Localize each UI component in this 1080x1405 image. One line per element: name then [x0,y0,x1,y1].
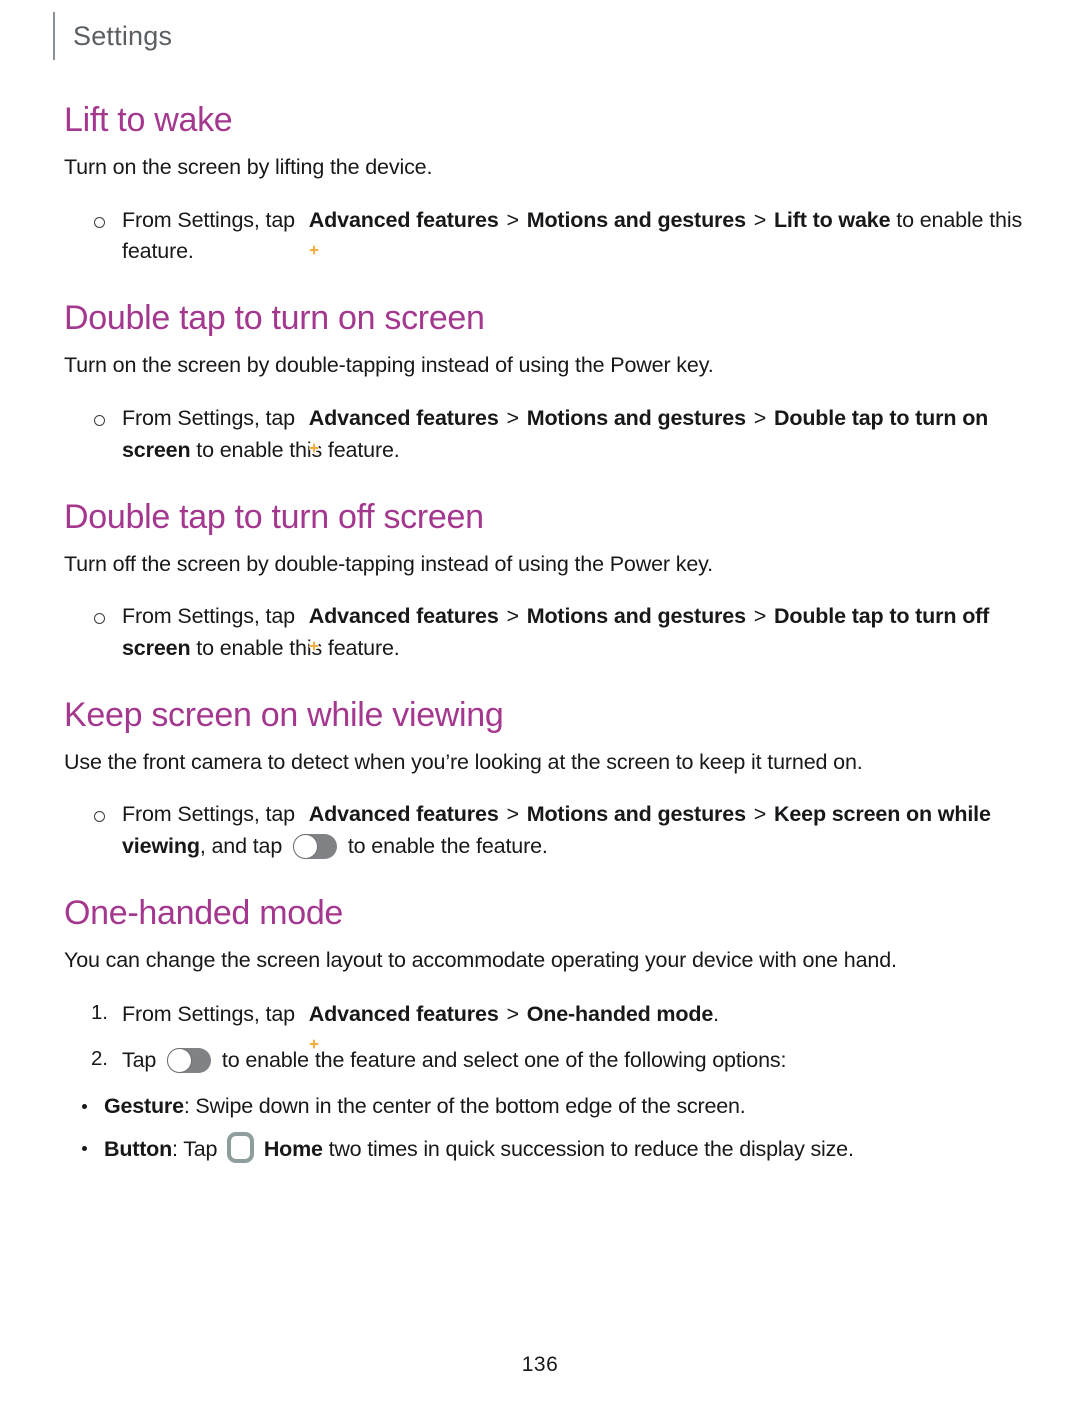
step-lead: From Settings, tap [122,802,295,827]
setting-path-2: Motions and gestures [526,604,746,629]
list-item: From Settings, tap Advanced features > M… [64,601,1030,665]
section-heading: Keep screen on while viewing [64,695,504,734]
step-tail: to enable the feature. [347,834,548,859]
path-chevron: > [506,405,519,430]
toggle-knob [167,1047,193,1073]
section-heading: One-handed mode [64,894,344,932]
step-lead: From Settings, tap [122,1001,295,1026]
setting-path-1: Advanced features [308,604,499,629]
page-title: Settings [73,20,173,51]
option-label-button: Button [104,1137,173,1162]
toggle-knob [292,834,318,860]
list-item: From Settings, tap Advanced features > M… [64,403,1030,467]
numbered-steps-list: From Settings, tap Advanced features > O… [64,998,1030,1077]
steps-list: From Settings, tap Advanced features > M… [64,601,1030,665]
path-chevron: > [753,207,767,232]
section-intro: Turn on the screen by lifting the device… [64,155,433,180]
section-double-tap-on: Double tap to turn on screen Turn on the… [64,298,1030,466]
list-item: From Settings, tap Advanced features > M… [64,799,1030,863]
page-number: 136 [521,1353,559,1376]
path-chevron: > [753,604,767,629]
setting-path-1: Advanced features [308,405,499,430]
steps-list: From Settings, tap Advanced features > M… [64,205,1030,269]
toggle-switch-off-icon[interactable] [167,1047,212,1073]
step-tail: to enable the feature and select one of … [221,1047,787,1072]
list-item: Gesture: Swipe down in the center of the… [64,1090,1030,1122]
path-chevron: > [506,207,519,232]
document-content: Lift to wake Turn on the screen by lifti… [0,64,1080,1166]
step-tail: to enable this feature. [196,437,400,462]
setting-path-1: Advanced features [308,1001,499,1026]
list-item: From Settings, tap Advanced features > O… [64,998,1030,1049]
options-list: Gesture: Swipe down in the center of the… [64,1090,1030,1166]
section-intro: Turn on the screen by double-tapping ins… [64,353,714,378]
document-header: Settings [0,8,1080,64]
section-heading: Double tap to turn off screen [64,497,484,536]
steps-list: From Settings, tap Advanced features > M… [64,403,1030,467]
home-button-icon[interactable] [227,1132,255,1164]
toggle-switch-off-icon[interactable] [292,834,337,860]
section-intro: You can change the screen layout to acco… [64,948,897,973]
section-keep-screen-on: Keep screen on while viewing Use the fro… [64,695,1030,863]
section-heading: Lift to wake [64,101,233,139]
document-page: Settings Lift to wake Turn on the screen… [0,8,1080,1405]
option-label-gesture: Gesture [104,1094,184,1119]
setting-path-1: Advanced features [308,207,499,232]
step-lead: From Settings, tap [122,207,295,232]
step-tail: to enable this feature. [196,635,400,660]
path-chevron: > [753,405,767,430]
list-item: Tap to enable the feature and select one… [64,1044,1030,1076]
section-heading: Double tap to turn on screen [64,299,485,338]
step-tail: . [713,1001,719,1026]
section-one-handed-mode: One-handed mode You can change the scree… [64,893,1030,1166]
path-chevron: > [506,604,519,629]
section-intro: Turn off the screen by double-tapping in… [64,551,713,576]
option-text: : Swipe down in the center of the bottom… [183,1094,746,1119]
section-intro: Use the front camera to detect when you’… [64,749,863,774]
setting-path-2: Motions and gestures [526,207,746,232]
step-tail-before-toggle: , and tap [199,834,283,859]
step-lead: From Settings, tap [122,604,295,629]
steps-list: From Settings, tap Advanced features > M… [64,799,1030,863]
setting-path-2: Motions and gestures [526,802,746,827]
path-chevron: > [753,802,767,827]
setting-path-3: Lift to wake [773,207,891,232]
step-lead: From Settings, tap [122,405,295,430]
path-chevron: > [506,802,519,827]
option-text-before: : Tap [172,1137,218,1162]
path-chevron: > [506,1001,519,1026]
section-double-tap-off: Double tap to turn off screen Turn off t… [64,497,1030,665]
step-lead: Tap [122,1047,157,1072]
list-item: Button: Tap Home two times in quick succ… [64,1132,1030,1165]
home-word: Home [263,1137,323,1162]
setting-path-2: Motions and gestures [526,405,746,430]
option-text-after: two times in quick succession to reduce … [328,1137,854,1162]
list-item: From Settings, tap Advanced features > M… [64,205,1030,269]
section-lift-to-wake: Lift to wake Turn on the screen by lifti… [64,100,1030,268]
setting-path-2: One-handed mode [526,1001,714,1026]
setting-path-1: Advanced features [308,802,499,827]
